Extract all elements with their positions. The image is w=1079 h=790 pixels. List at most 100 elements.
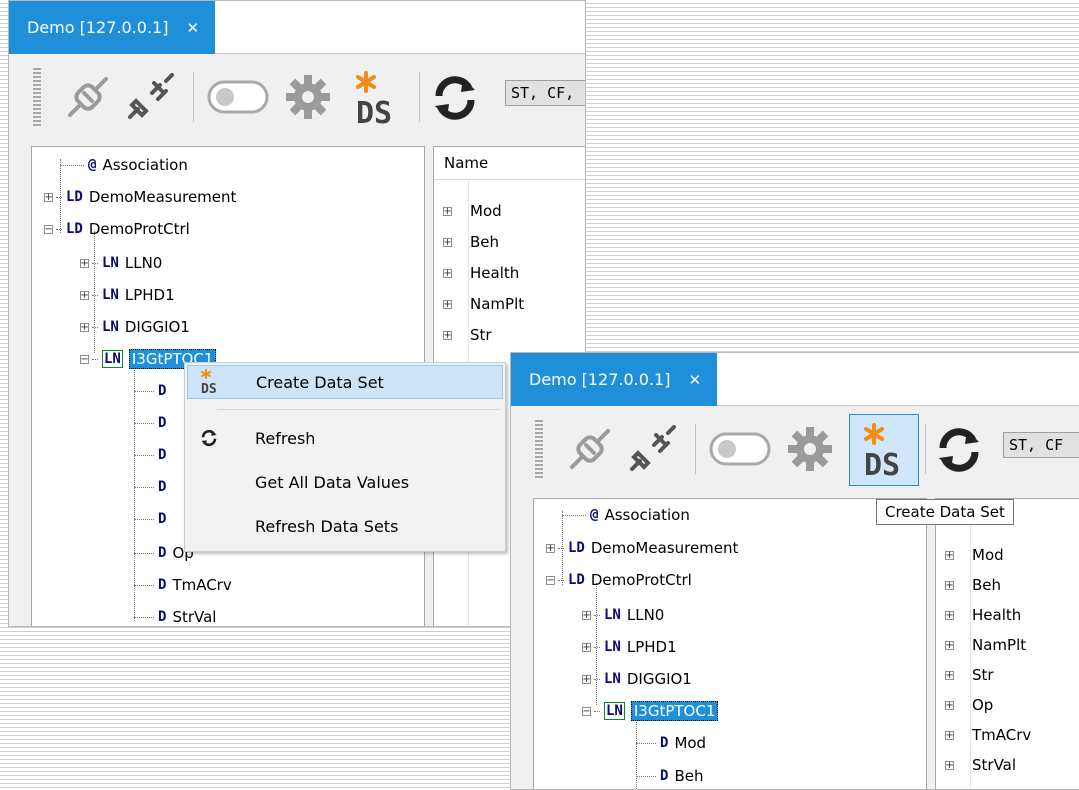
menu-item-refresh[interactable]: Refresh xyxy=(187,421,503,455)
grid-row[interactable]: + Mod xyxy=(936,543,1004,567)
refresh-icon[interactable] xyxy=(427,70,483,126)
tree-node-do-strval[interactable]: D StrVal xyxy=(134,605,216,626)
toolbar: DS ST, CF xyxy=(511,406,1079,490)
menu-item-create-data-set[interactable]: DS Create Data Set xyxy=(187,365,503,399)
context-menu: DS Create Data Set Refresh Get All Data … xyxy=(184,362,506,552)
tree-node-association[interactable]: @ Association xyxy=(60,153,188,177)
grid-row[interactable]: + Str xyxy=(936,663,994,687)
grid-row[interactable]: + NamPlt xyxy=(434,292,524,316)
expand-icon[interactable]: + xyxy=(945,670,954,680)
expand-icon[interactable]: + xyxy=(443,330,452,340)
connection-tab[interactable]: Demo [127.0.0.1] ✕ xyxy=(9,1,216,54)
expand-icon[interactable]: + xyxy=(945,550,954,560)
grid-row[interactable]: + NamPlt xyxy=(936,633,1026,657)
fc-filter-combo[interactable]: ST, CF, xyxy=(505,80,585,106)
tree-node-association[interactable]: @ Association xyxy=(562,503,690,527)
tree-node-do[interactable]: D xyxy=(134,411,172,435)
toolbar-grip[interactable] xyxy=(33,68,41,126)
tree-node-do[interactable]: D xyxy=(134,507,172,531)
expand-icon[interactable]: + xyxy=(443,268,452,278)
grid-row[interactable]: + Health xyxy=(936,603,1021,627)
expand-icon[interactable]: + xyxy=(546,543,555,553)
front-window: Demo [127.0.0.1] ✕ DS ST, CF @ Associati… xyxy=(510,352,1079,790)
tree-node-ln-diggio1[interactable]: + LN DIGGIO1 xyxy=(582,667,692,691)
grid-row[interactable]: + TmACrv xyxy=(936,723,1031,747)
disconnect-plug-icon[interactable] xyxy=(623,420,681,478)
connect-plug-icon[interactable] xyxy=(59,68,117,126)
expand-icon[interactable]: + xyxy=(443,206,452,216)
refresh-icon[interactable] xyxy=(931,422,987,478)
tree-node-ln-lln0[interactable]: + LN LLN0 xyxy=(582,603,664,627)
grid-row[interactable]: + Mod xyxy=(434,199,502,223)
tree-node-do[interactable]: D xyxy=(134,379,172,403)
create-dataset-icon[interactable]: DS xyxy=(345,68,407,128)
menu-item-label: Create Data Set xyxy=(256,372,384,392)
expand-icon[interactable]: + xyxy=(582,642,591,652)
expand-icon[interactable]: + xyxy=(945,700,954,710)
collapse-icon[interactable]: − xyxy=(80,354,89,364)
menu-item-get-all-data-values[interactable]: Get All Data Values xyxy=(187,465,503,499)
expand-icon[interactable]: + xyxy=(945,730,954,740)
tree-node-do-mod[interactable]: D Mod xyxy=(636,731,706,755)
ln-kind: LN xyxy=(604,702,625,720)
gear-icon[interactable] xyxy=(781,420,839,478)
grid-row[interactable]: + Beh xyxy=(936,573,1001,597)
disconnect-plug-icon[interactable] xyxy=(121,68,179,126)
expand-icon[interactable]: + xyxy=(582,674,591,684)
tree-node-ln-diggio1[interactable]: + LN DIGGIO1 xyxy=(80,315,190,339)
toolbar-separator xyxy=(193,72,194,122)
connect-plug-icon[interactable] xyxy=(561,420,619,478)
tree-node-ld-demoprotctrl[interactable]: − LD DemoProtCtrl xyxy=(546,568,692,592)
create-dataset-icon[interactable]: DS xyxy=(849,414,919,486)
expand-icon[interactable]: + xyxy=(80,290,89,300)
menu-separator xyxy=(217,409,501,410)
expand-icon[interactable]: + xyxy=(443,299,452,309)
tree-node-ln-lln0[interactable]: + LN LLN0 xyxy=(80,251,162,275)
tree-node-do[interactable]: D xyxy=(134,475,172,499)
node-label: Association xyxy=(604,506,690,524)
grid-row[interactable]: + Str xyxy=(434,323,492,347)
expand-icon[interactable]: + xyxy=(80,258,89,268)
toggle-switch-icon[interactable] xyxy=(707,428,773,470)
grid-row[interactable]: + Health xyxy=(434,261,519,285)
row-label: Beh xyxy=(470,233,500,251)
expand-icon[interactable]: + xyxy=(945,640,954,650)
tree-node-ld-demomeasurement[interactable]: + LD DemoMeasurement xyxy=(44,185,236,209)
column-header-name[interactable]: Name xyxy=(434,147,585,180)
grid-row[interactable]: + Op xyxy=(936,693,993,717)
connection-tab[interactable]: Demo [127.0.0.1] ✕ xyxy=(511,353,718,406)
tree-node-ld-demomeasurement[interactable]: + LD DemoMeasurement xyxy=(546,536,738,560)
collapse-icon[interactable]: − xyxy=(582,706,591,716)
fc-filter-combo[interactable]: ST, CF xyxy=(1003,432,1079,458)
close-icon[interactable]: ✕ xyxy=(688,371,701,389)
collapse-icon[interactable]: − xyxy=(44,224,53,234)
tree-node-do-beh[interactable]: D Beh xyxy=(636,764,703,788)
tree-node-ln-i3gtptoc1[interactable]: − LN I3GtPTOC1 xyxy=(582,699,719,723)
tree-node-ln-lphd1[interactable]: + LN LPHD1 xyxy=(80,283,175,307)
gear-icon[interactable] xyxy=(279,68,337,126)
row-label: Beh xyxy=(972,576,1002,594)
collapse-icon[interactable]: − xyxy=(546,575,555,585)
expand-icon[interactable]: + xyxy=(443,237,452,247)
expand-icon[interactable]: + xyxy=(80,322,89,332)
node-label: Mod xyxy=(674,734,707,752)
grid-row[interactable]: + Beh xyxy=(434,230,499,254)
expand-icon[interactable]: + xyxy=(945,760,954,770)
expand-icon[interactable]: + xyxy=(44,192,53,202)
ln-kind: LN xyxy=(604,671,621,687)
expand-icon[interactable]: + xyxy=(582,610,591,620)
expand-icon[interactable]: + xyxy=(945,610,954,620)
tree-node-do-tmacrv[interactable]: D TmACrv xyxy=(134,573,232,597)
menu-item-refresh-data-sets[interactable]: Refresh Data Sets xyxy=(187,509,503,543)
grid-row[interactable]: + StrVal xyxy=(936,753,1016,777)
close-icon[interactable]: ✕ xyxy=(186,19,199,37)
tree-node-do[interactable]: D xyxy=(134,443,172,467)
node-label-selected: I3GtPTOC1 xyxy=(630,701,719,721)
toolbar: DS ST, CF, xyxy=(9,54,585,138)
node-label: DemoMeasurement xyxy=(88,188,237,206)
tree-node-ln-lphd1[interactable]: + LN LPHD1 xyxy=(582,635,677,659)
toolbar-grip[interactable] xyxy=(535,420,543,478)
expand-icon[interactable]: + xyxy=(945,580,954,590)
tree-node-ld-demoprotctrl[interactable]: − LD DemoProtCtrl xyxy=(44,217,190,241)
toggle-switch-icon[interactable] xyxy=(205,76,271,118)
